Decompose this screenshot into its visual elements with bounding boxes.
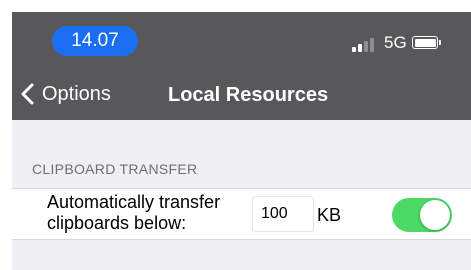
page-title: Local Resources: [168, 84, 329, 106]
status-time[interactable]: 14.07: [52, 26, 138, 56]
network-type: 5G: [384, 33, 407, 52]
clipboard-transfer-label: Automatically transfer clipboards below:: [47, 192, 221, 233]
back-label: Options: [42, 83, 111, 105]
clipboard-transfer-toggle[interactable]: [392, 198, 452, 232]
battery-icon: [412, 36, 438, 49]
size-unit-label: KB: [317, 205, 342, 225]
phone-screen: 14.07 5G Options Local Resources CLIPBOA…: [12, 12, 471, 270]
toggle-knob: [420, 200, 450, 230]
back-button[interactable]: Options: [20, 78, 111, 110]
chevron-left-icon: [21, 83, 34, 105]
section-header: CLIPBOARD TRANSFER: [32, 161, 198, 177]
signal-bars-icon: [352, 36, 376, 52]
battery-cap: [439, 40, 441, 45]
navigation-bar: Options Local Resources: [12, 68, 471, 120]
status-bar: 14.07 5G: [12, 12, 471, 68]
clipboard-transfer-row: Automatically transfer clipboards below:…: [12, 188, 471, 240]
clipboard-size-input[interactable]: [252, 196, 314, 232]
